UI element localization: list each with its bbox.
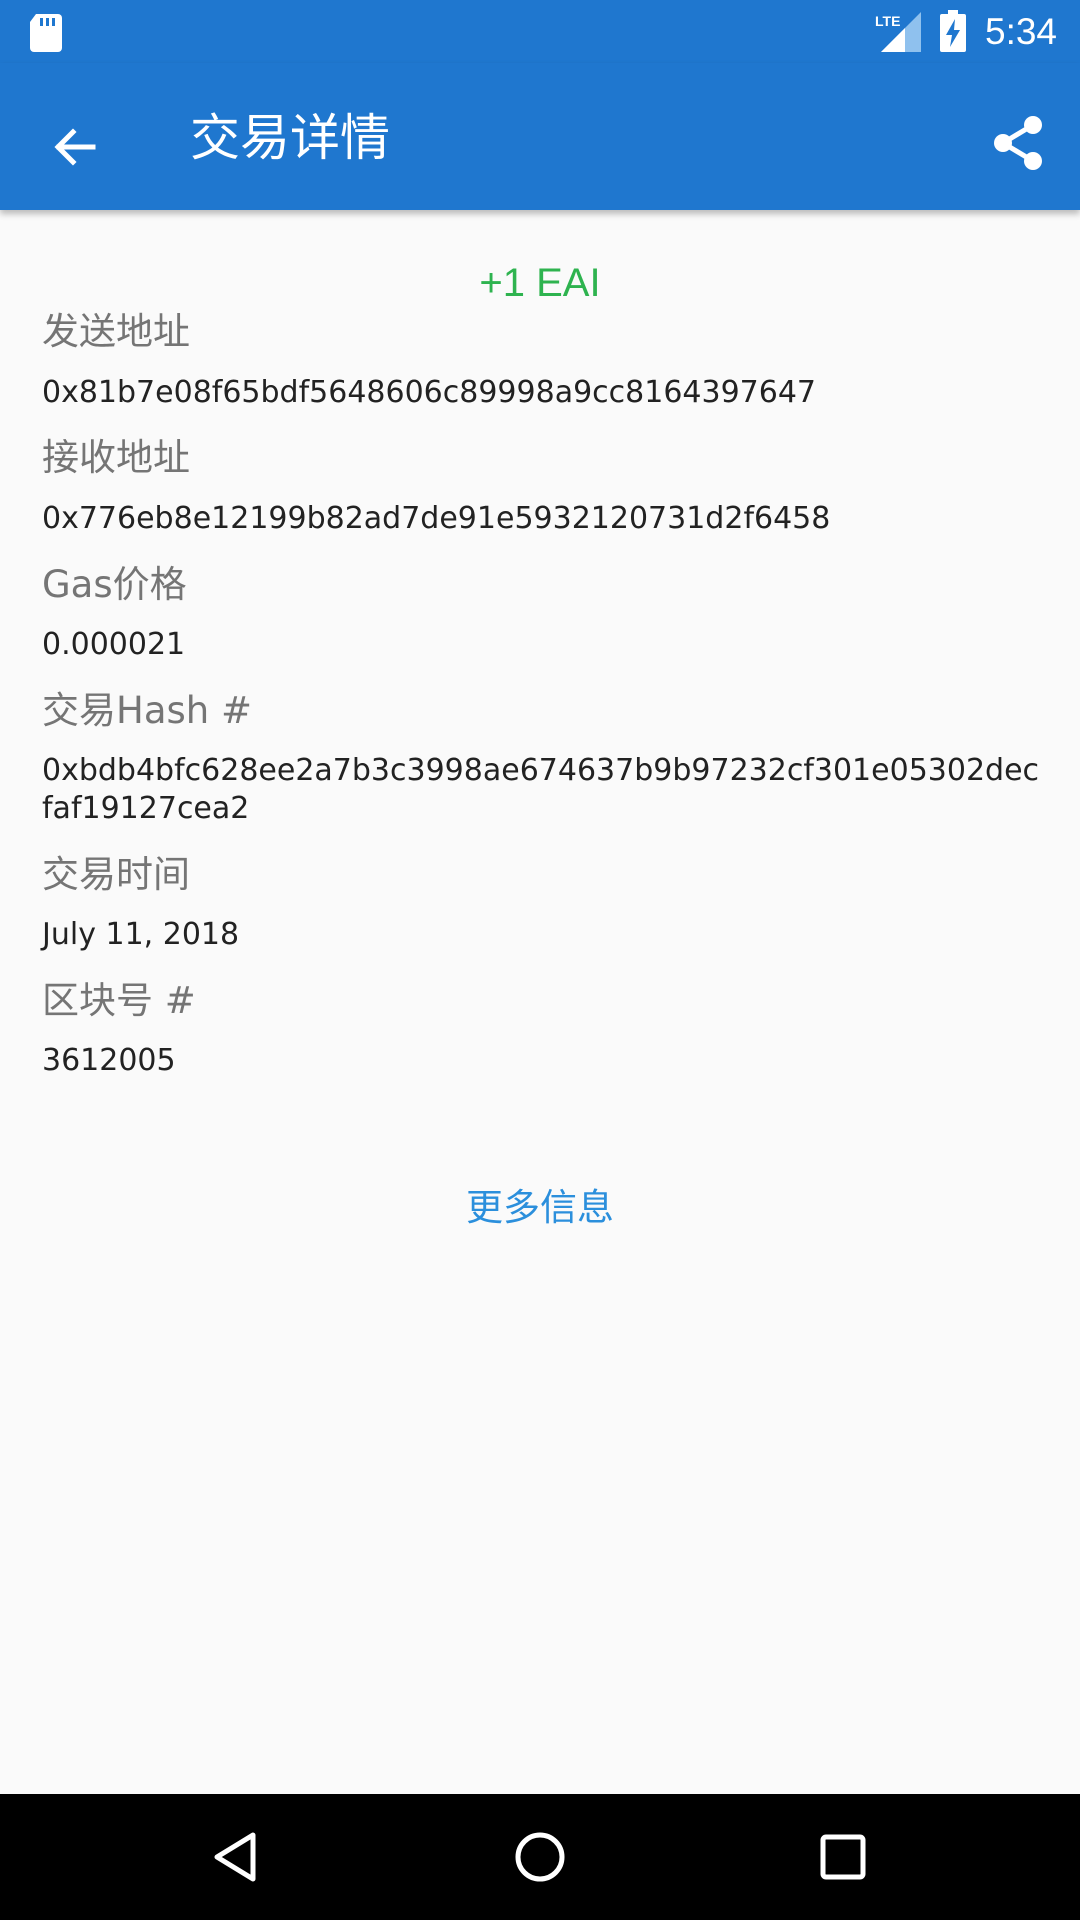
receiver-address-value: 0x776eb8e12199b82ad7de91e5932120731d2f64… bbox=[42, 501, 831, 536]
navigation-bar bbox=[0, 1794, 1080, 1920]
nav-recents-button[interactable] bbox=[808, 1822, 878, 1892]
gas-price-value: 0.000021 bbox=[42, 627, 186, 662]
sender-address-value: 0x81b7e08f65bdf5648606c89998a9cc81643976… bbox=[42, 375, 817, 410]
nav-home-icon bbox=[515, 1832, 565, 1882]
block-number-value: 3612005 bbox=[42, 1043, 176, 1078]
app-bar: 交易详情 bbox=[0, 63, 1080, 210]
tx-time-value: July 11, 2018 bbox=[42, 917, 240, 952]
block-number-label: 区块号 # bbox=[42, 979, 196, 1022]
share-button[interactable] bbox=[976, 101, 1060, 185]
battery-charging-icon bbox=[940, 10, 966, 52]
status-time: 5:34 bbox=[985, 11, 1058, 52]
back-button[interactable] bbox=[34, 107, 114, 187]
page-title: 交易详情 bbox=[190, 109, 390, 167]
nav-back-icon bbox=[214, 1832, 256, 1882]
nav-home-button[interactable] bbox=[505, 1822, 575, 1892]
transaction-amount: +1 EAI bbox=[479, 261, 601, 305]
lte-label: LTE bbox=[875, 13, 900, 29]
status-bar: LTE 5:34 bbox=[0, 0, 1080, 63]
nav-back-button[interactable] bbox=[200, 1822, 270, 1892]
receiver-address-label: 接收地址 bbox=[42, 436, 190, 479]
sender-address-label: 发送地址 bbox=[42, 310, 190, 353]
sd-card-icon bbox=[30, 14, 62, 52]
gas-price-label: Gas价格 bbox=[42, 563, 187, 606]
arrow-back-icon bbox=[54, 128, 96, 166]
tx-hash-value: 0xbdb4bfc628ee2a7b3c3998ae674637b9b97232… bbox=[42, 753, 1040, 826]
share-icon bbox=[994, 116, 1042, 170]
more-info-link[interactable]: 更多信息 bbox=[0, 1183, 1080, 1233]
tx-hash-label: 交易Hash # bbox=[42, 689, 252, 732]
tx-time-label: 交易时间 bbox=[42, 853, 190, 896]
nav-recents-icon bbox=[820, 1834, 866, 1880]
lte-signal-icon: LTE bbox=[875, 12, 921, 52]
